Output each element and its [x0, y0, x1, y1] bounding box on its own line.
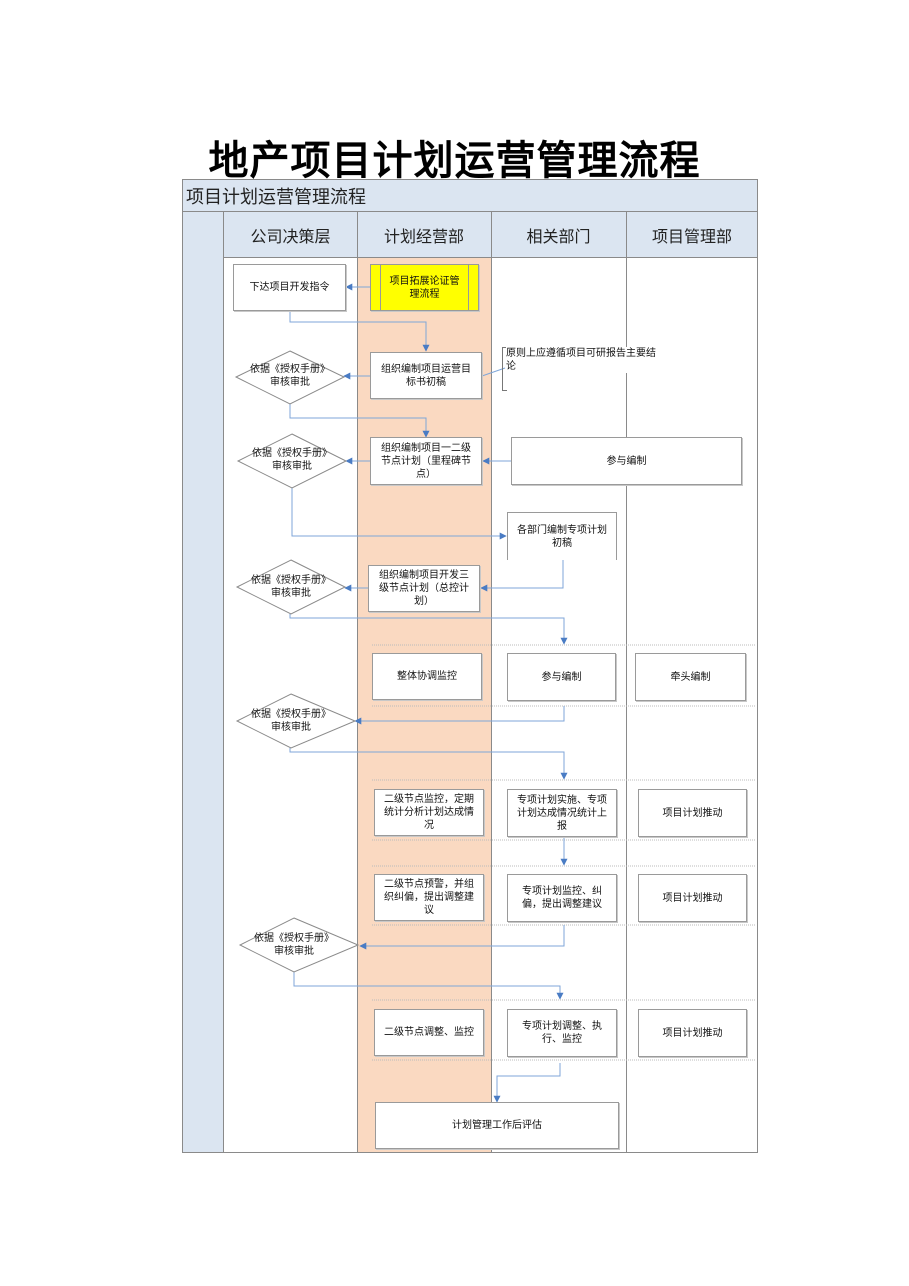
dev-instruction-box: 下达项目开发指令: [233, 264, 346, 311]
flow-connectors: [234, 283, 755, 1103]
approval-diamond-text: 依据《授权手册》审核审批: [250, 364, 330, 388]
plan-promote-box: 项目计划推动: [638, 874, 747, 922]
approval-diamond-text: 依据《授权手册》审核审批: [254, 933, 334, 957]
plan-promote-box: 项目计划推动: [638, 1009, 747, 1057]
draft-targets-box: 组织编制项目运营目标书初稿: [370, 352, 482, 399]
approval-diamond-text: 依据《授权手册》审核审批: [251, 709, 331, 733]
participate-box: 参与编制: [511, 437, 742, 485]
milestone-plan-box: 组织编制项目一二级节点计划（里程碑节点）: [370, 437, 482, 485]
dept-special-plan-box: 各部门编制专项计划初稿: [507, 512, 617, 560]
overall-coordination-box: 整体协调监控: [372, 653, 482, 700]
approval-diamond-text: 依据《授权手册》审核审批: [252, 448, 332, 472]
participate-box: 参与编制: [507, 653, 616, 701]
lead-compile-box: 牵头编制: [635, 653, 746, 701]
approval-diamond-text: 依据《授权手册》审核审批: [251, 575, 331, 599]
special-monitor-box: 专项计划监控、纠偏，提出调整建议: [507, 874, 617, 922]
level2-monitor-box: 二级节点监控，定期统计分析计划达成情况: [374, 789, 484, 836]
special-adjust-box: 专项计划调整、执行、监控: [507, 1009, 617, 1057]
level2-adjust-box: 二级节点调整、监控: [374, 1009, 484, 1056]
expansion-flow-box: 项目拓展论证管理流程: [370, 264, 479, 311]
master-plan-box: 组织编制项目开发三级节点计划（总控计划）: [368, 565, 480, 612]
feasibility-note: 原则上应遵循项目可研报告主要结论: [506, 347, 658, 373]
plan-promote-box: 项目计划推动: [638, 789, 747, 837]
special-implement-box: 专项计划实施、专项计划达成情况统计上报: [507, 789, 617, 837]
level2-warning-box: 二级节点预警，并组织纠偏，提出调整建议: [374, 874, 484, 921]
post-evaluation-box: 计划管理工作后评估: [375, 1102, 619, 1149]
